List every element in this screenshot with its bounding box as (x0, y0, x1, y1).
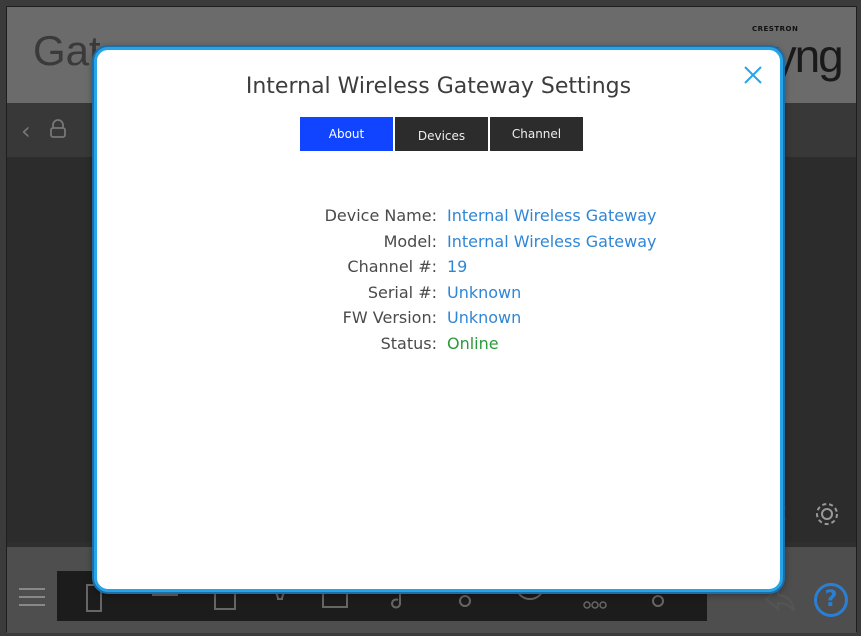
info-row-channel: Channel #: 19 (97, 254, 780, 280)
tab-bar: About Devices Channel (300, 117, 583, 151)
info-row-serial: Serial #: Unknown (97, 280, 780, 306)
back-chevron-icon[interactable]: ‹ (21, 117, 31, 145)
gear-icon[interactable] (812, 499, 842, 529)
info-row-status: Status: Online (97, 331, 780, 357)
field-label: Status: (380, 333, 437, 353)
field-label: Serial #: (367, 282, 437, 302)
info-row-device-name: Device Name: Internal Wireless Gateway (97, 203, 780, 229)
tab-channel[interactable]: Channel (490, 117, 583, 151)
tab-devices[interactable]: Devices (395, 117, 488, 151)
gateway-settings-dialog: Internal Wireless Gateway Settings About… (94, 47, 783, 592)
field-label: Device Name: (324, 206, 437, 226)
close-icon[interactable] (742, 64, 764, 86)
field-label: Model: (383, 231, 437, 251)
status-value: Online (447, 333, 499, 353)
field-value: 19 (447, 257, 468, 277)
field-label: FW Version: (342, 308, 437, 328)
help-icon[interactable]: ? (814, 583, 848, 617)
field-value: Internal Wireless Gateway (447, 206, 657, 226)
field-value: Unknown (447, 308, 522, 328)
field-value: Internal Wireless Gateway (447, 231, 657, 251)
field-label: Channel #: (347, 257, 437, 277)
info-row-fw-version: FW Version: Unknown (97, 305, 780, 331)
dialog-title: Internal Wireless Gateway Settings (245, 74, 632, 99)
device-info: Device Name: Internal Wireless Gateway M… (97, 203, 780, 356)
page-title: Gat (33, 27, 101, 74)
field-value: Unknown (447, 282, 522, 302)
menu-icon[interactable] (19, 587, 45, 607)
tab-about[interactable]: About (300, 117, 393, 151)
lock-icon[interactable] (47, 118, 69, 140)
info-row-model: Model: Internal Wireless Gateway (97, 229, 780, 255)
